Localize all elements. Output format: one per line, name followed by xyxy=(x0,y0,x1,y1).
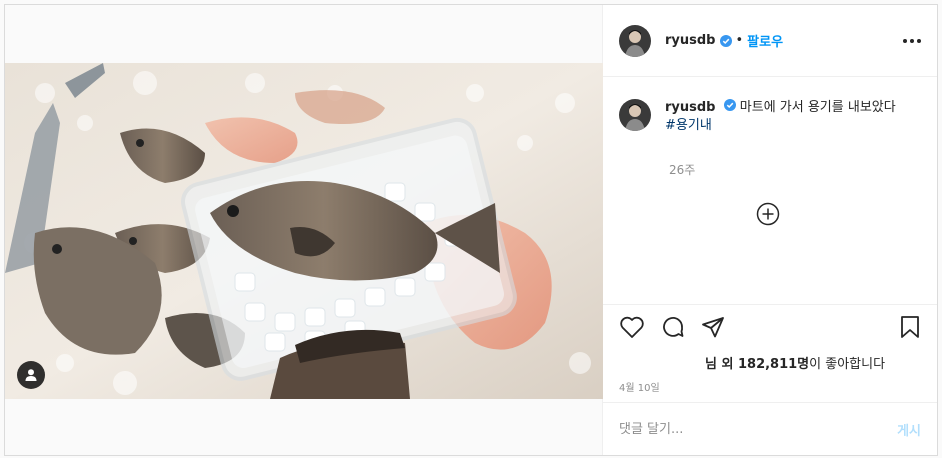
hashtag-link[interactable]: #용기내 xyxy=(665,118,712,133)
likes-prefix: 님 외 182,811명 xyxy=(705,357,810,372)
plus-circle-icon xyxy=(756,202,780,226)
instagram-post: ryusdb • 팔로우 ryusdb 마트에 가서 용기를 내보았다 #용기내… xyxy=(4,4,938,456)
post-comment-button[interactable]: 게시 xyxy=(897,420,921,439)
comment-input[interactable] xyxy=(619,421,898,437)
like-heart-icon[interactable] xyxy=(619,315,645,339)
action-icons xyxy=(619,315,725,339)
action-bar: 님 외 182,811명이 좋아합니다 4월 10일 xyxy=(603,305,937,403)
more-options-icon[interactable] xyxy=(903,38,921,43)
caption-verified-badge-icon xyxy=(723,99,736,111)
share-icon[interactable] xyxy=(701,315,725,339)
comments-section: ryusdb 마트에 가서 용기를 내보았다 #용기내 26주 xyxy=(603,77,937,305)
post-header: ryusdb • 팔로우 xyxy=(603,5,937,77)
separator-dot: • xyxy=(735,33,744,48)
post-media xyxy=(5,5,603,455)
avatar[interactable] xyxy=(619,24,651,57)
caption-body: 마트에 가서 용기를 내보았다 xyxy=(739,100,896,115)
likes-count[interactable]: 님 외 182,811명이 좋아합니다 xyxy=(705,353,885,372)
post-sidebar: ryusdb • 팔로우 ryusdb 마트에 가서 용기를 내보았다 #용기내… xyxy=(603,5,937,455)
post-photo[interactable] xyxy=(5,63,603,399)
post-date: 4월 10일 xyxy=(619,383,660,394)
verified-badge-icon xyxy=(719,34,732,47)
comment-box: 게시 xyxy=(603,403,937,455)
bookmark-icon[interactable] xyxy=(899,315,921,339)
follow-button[interactable]: 팔로우 xyxy=(747,31,783,50)
caption-text: ryusdb 마트에 가서 용기를 내보았다 #용기내 xyxy=(665,99,897,135)
likes-suffix: 이 좋아합니다 xyxy=(809,357,886,372)
username[interactable]: ryusdb xyxy=(665,33,716,48)
load-more-comments-button[interactable] xyxy=(756,202,780,226)
caption-username[interactable]: ryusdb xyxy=(665,100,716,115)
comment-icon[interactable] xyxy=(661,315,685,339)
caption-age: 26주 xyxy=(669,163,696,177)
caption-avatar[interactable] xyxy=(619,99,651,131)
caption: ryusdb 마트에 가서 용기를 내보았다 #용기내 xyxy=(619,99,897,135)
tagged-user-button[interactable] xyxy=(17,361,45,389)
user-icon xyxy=(25,369,37,381)
